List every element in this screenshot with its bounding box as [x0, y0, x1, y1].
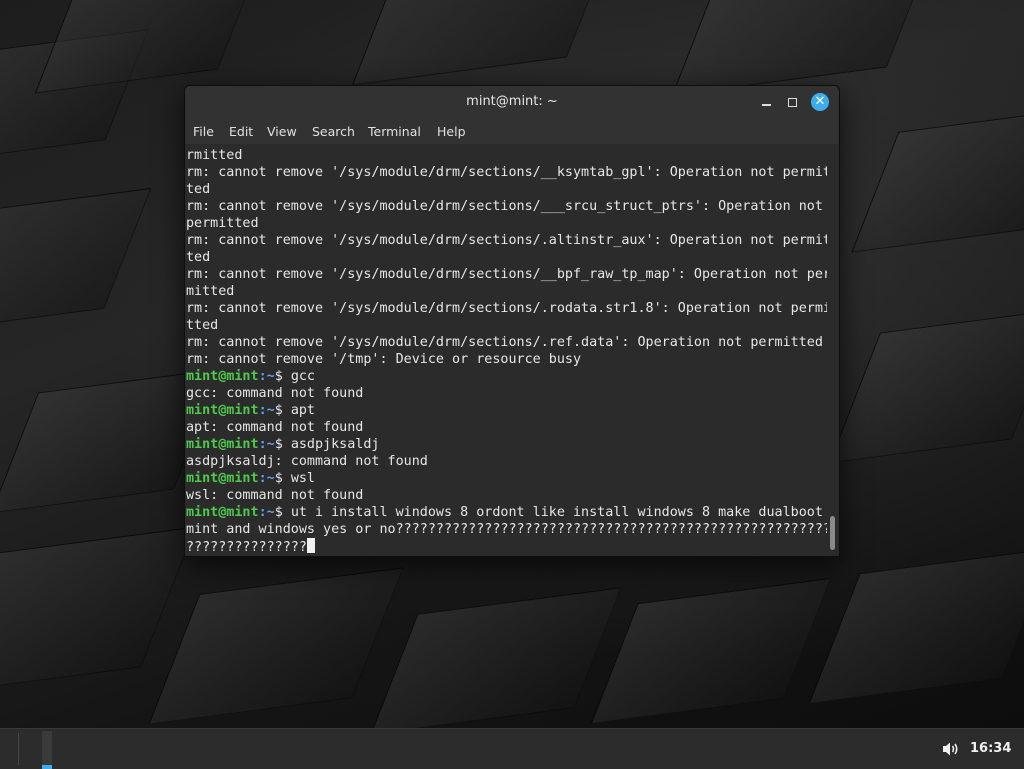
menu-terminal[interactable]: Terminal: [368, 124, 421, 139]
close-icon: ✕: [814, 94, 826, 109]
terminal-output-line: rmitted: [186, 147, 827, 164]
title-bar[interactable]: mint@mint: ~ ✕: [185, 86, 839, 118]
maximize-icon: [788, 98, 797, 107]
prompt-symbol: $: [274, 369, 291, 384]
prompt-symbol: $: [274, 505, 291, 520]
terminal-command-line: mint@mint:~$ wsl: [186, 470, 827, 487]
terminal-line-text: rm: cannot remove '/sys/module/drm/secti…: [186, 233, 827, 248]
terminal-line-text: mitted: [186, 284, 235, 299]
prompt-user: mint@mint: [186, 505, 259, 520]
volume-icon[interactable]: [942, 741, 960, 757]
terminal-line-text: wsl: [290, 471, 315, 486]
menu-file[interactable]: File: [193, 124, 214, 139]
terminal-output-line: rm: cannot remove '/sys/module/drm/secti…: [186, 300, 827, 317]
close-button[interactable]: ✕: [811, 93, 829, 111]
terminal-line-text: permitted: [186, 216, 259, 231]
terminal-line-text: apt: [290, 403, 315, 418]
terminal-output-line: rm: cannot remove '/sys/module/drm/secti…: [186, 198, 827, 215]
menu-view[interactable]: View: [267, 124, 297, 139]
menu-edit[interactable]: Edit: [229, 124, 253, 139]
terminal-output-line: asdpjksaldj: command not found: [186, 453, 827, 470]
menu-bar: File Edit View Search Terminal Help: [185, 118, 839, 144]
terminal-output-line: rm: cannot remove '/sys/module/drm/secti…: [186, 232, 827, 249]
window-title: mint@mint: ~: [466, 94, 558, 109]
terminal-line-text: apt: command not found: [186, 420, 364, 435]
terminal-line-text: mint and windows yes or no??????????????…: [186, 522, 827, 537]
terminal-line-text: asdpjksaldj: command not found: [186, 454, 428, 469]
terminal-output-line: gcc: command not found: [186, 385, 827, 402]
terminal-output-line: rm: cannot remove '/sys/module/drm/secti…: [186, 266, 827, 283]
terminal-line-text: rm: cannot remove '/sys/module/drm/secti…: [186, 199, 823, 214]
taskbar: 16:34: [0, 728, 1024, 769]
clock[interactable]: 16:34: [970, 741, 1011, 756]
prompt-path: :~: [258, 403, 275, 418]
terminal-line-text: ???????????????: [186, 540, 307, 555]
terminal-output-line: mint and windows yes or no??????????????…: [186, 521, 827, 538]
terminal-line-text: rm: cannot remove '/sys/module/drm/secti…: [186, 301, 827, 316]
terminal-line-text: asdpjksaldj: [290, 437, 380, 452]
taskbar-terminal-app[interactable]: [42, 731, 52, 767]
prompt-path: :~: [258, 437, 275, 452]
terminal-line-text: gcc: command not found: [186, 386, 364, 401]
prompt-user: mint@mint: [186, 403, 259, 418]
menu-help[interactable]: Help: [437, 124, 466, 139]
terminal-command-line: mint@mint:~$ apt: [186, 402, 827, 419]
terminal-line-text: rm: cannot remove '/sys/module/drm/secti…: [186, 267, 827, 282]
prompt-symbol: $: [274, 403, 291, 418]
active-window-indicator: [42, 765, 52, 769]
terminal-output-line: ???????????????: [186, 538, 827, 556]
menu-search[interactable]: Search: [312, 124, 355, 139]
terminal-line-text: rmitted: [186, 148, 243, 163]
terminal-line-text: ted: [186, 250, 211, 265]
terminal-line-text: wsl: command not found: [186, 488, 364, 503]
minimize-button[interactable]: [757, 92, 777, 112]
maximize-button[interactable]: [783, 92, 803, 112]
terminal-output-line: ted: [186, 249, 827, 266]
terminal-command-line: mint@mint:~$ gcc: [186, 368, 827, 385]
prompt-user: mint@mint: [186, 471, 259, 486]
prompt-user: mint@mint: [186, 369, 259, 384]
prompt-user: mint@mint: [186, 437, 259, 452]
terminal-line-text: gcc: [290, 369, 315, 384]
minimize-icon: [762, 104, 771, 106]
terminal-output-line: ted: [186, 181, 827, 198]
prompt-symbol: $: [274, 437, 291, 452]
terminal-output-line: rm: cannot remove '/sys/module/drm/secti…: [186, 334, 827, 351]
terminal-output-line: permitted: [186, 215, 827, 232]
terminal-line-text: rm: cannot remove '/sys/module/drm/secti…: [186, 335, 823, 350]
terminal-output-line: tted: [186, 317, 827, 334]
prompt-path: :~: [258, 471, 275, 486]
terminal-lines: rmitted rm: cannot remove '/sys/module/dr…: [186, 147, 827, 556]
terminal-output-line: rm: cannot remove '/tmp': Device or reso…: [186, 351, 827, 368]
terminal-line-text: ut i install windows 8 ordont like insta…: [290, 505, 823, 520]
terminal-line-text: ted: [186, 182, 211, 197]
terminal-command-line: mint@mint:~$ ut i install windows 8 ordo…: [186, 504, 827, 521]
scrollbar-thumb[interactable]: [830, 516, 835, 550]
terminal-line-text: rm: cannot remove '/sys/module/drm/secti…: [186, 165, 827, 180]
terminal-cursor: [306, 538, 315, 553]
taskbar-separator: [18, 733, 19, 765]
terminal-output-line: mitted: [186, 283, 827, 300]
terminal-output[interactable]: rmitted rm: cannot remove '/sys/module/dr…: [185, 144, 827, 556]
prompt-path: :~: [258, 505, 275, 520]
terminal-line-text: tted: [186, 318, 219, 333]
prompt-symbol: $: [274, 471, 291, 486]
terminal-output-line: apt: command not found: [186, 419, 827, 436]
terminal-output-line: wsl: command not found: [186, 487, 827, 504]
terminal-window[interactable]: mint@mint: ~ ✕ File Edit View Search Ter…: [184, 85, 840, 557]
prompt-path: :~: [258, 369, 275, 384]
terminal-line-text: rm: cannot remove '/tmp': Device or reso…: [186, 352, 582, 367]
terminal-output-line: rm: cannot remove '/sys/module/drm/secti…: [186, 164, 827, 181]
terminal-scrollbar[interactable]: [827, 144, 839, 556]
terminal-command-line: mint@mint:~$ asdpjksaldj: [186, 436, 827, 453]
